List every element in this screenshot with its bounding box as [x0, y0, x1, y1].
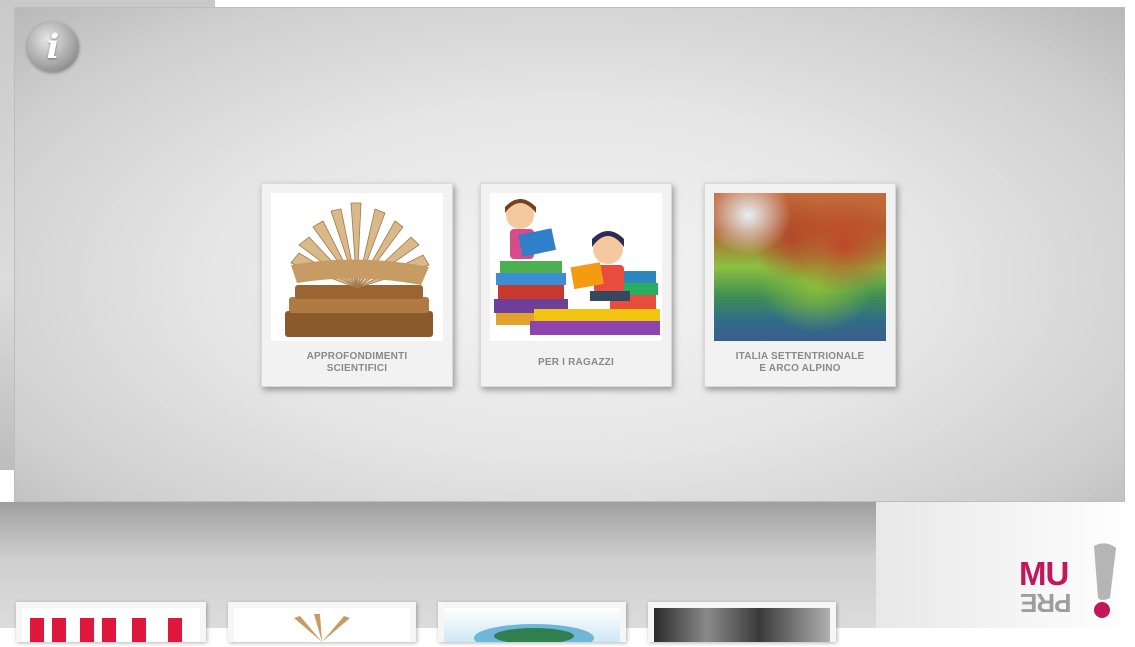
tile-label: ITALIA SETTENTRIONALE E ARCO ALPINO — [735, 351, 865, 374]
info-button[interactable]: i — [27, 22, 79, 72]
partial-tile-1[interactable] — [16, 602, 206, 642]
partial-tile-4[interactable] — [648, 602, 836, 642]
partial-tile-2[interactable] — [228, 602, 416, 642]
partial-tile-3[interactable] — [438, 602, 626, 647]
tile-italia-settentrionale[interactable]: ITALIA SETTENTRIONALE E ARCO ALPINO — [704, 183, 896, 387]
mupre-logo: MU PRE — [1014, 540, 1124, 622]
tile-approfondimenti-scientifici[interactable]: APPROFONDIMENTI SCIENTIFICI — [261, 183, 453, 387]
logo-text-bottom: PRE — [1021, 588, 1072, 618]
tile-label: PER I RAGAZZI — [538, 357, 614, 368]
tile-per-i-ragazzi[interactable]: PER I RAGAZZI — [480, 183, 672, 387]
open-book-icon — [271, 193, 443, 341]
logo-text-top: MU — [1019, 555, 1069, 592]
info-icon: i — [46, 27, 60, 67]
kids-reading-icon — [490, 193, 662, 341]
tile-label: APPROFONDIMENTI SCIENTIFICI — [306, 351, 408, 374]
relief-map-icon — [714, 193, 886, 341]
